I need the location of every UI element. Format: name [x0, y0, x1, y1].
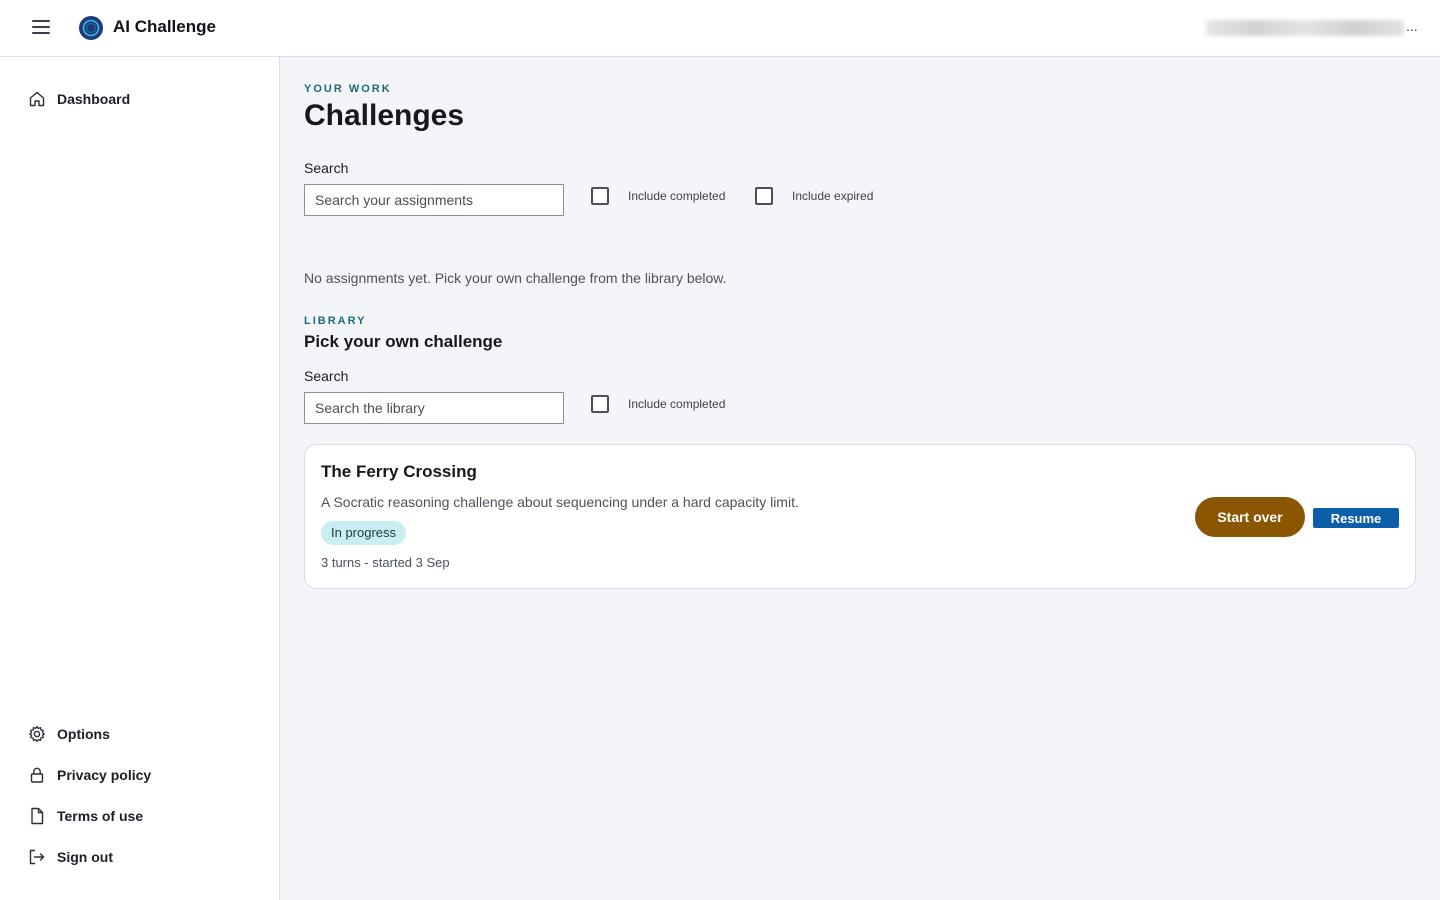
- library-include-completed-checkbox[interactable]: [591, 395, 609, 413]
- sidebar-item-label: Sign out: [57, 849, 113, 865]
- sidebar-item-terms-of-use[interactable]: Terms of use: [28, 804, 143, 828]
- home-icon: [29, 91, 45, 107]
- assignments-search-input[interactable]: [304, 184, 564, 216]
- gear-icon: [29, 725, 45, 743]
- ai-challenge-logo[interactable]: [79, 16, 103, 40]
- library-search-label: Search: [304, 368, 349, 384]
- library-title: Pick your own challenge: [304, 332, 503, 351]
- sidebar-item-label: Dashboard: [57, 91, 131, 107]
- user-account-blurred[interactable]: [1206, 20, 1404, 36]
- include-expired-label[interactable]: Include expired: [792, 189, 873, 203]
- status-badge: In progress: [321, 521, 407, 545]
- start-over-button[interactable]: Start over: [1195, 497, 1305, 537]
- user-account-ellipsis[interactable]: ...: [1406, 18, 1418, 34]
- sidebar-item-label: Options: [57, 726, 110, 742]
- sidebar: Dashboard Options Privacy policy Terms o…: [0, 57, 280, 900]
- top-header: AI Challenge ...: [0, 0, 1440, 57]
- app-title: AI Challenge: [113, 17, 216, 36]
- document-icon: [31, 807, 44, 825]
- resume-button[interactable]: Resume: [1313, 508, 1399, 528]
- main-content: YOUR WORK Challenges Search Include comp…: [280, 57, 1440, 900]
- sign-out-icon: [29, 849, 45, 865]
- library-include-completed-label[interactable]: Include completed: [628, 397, 725, 411]
- library-search-input[interactable]: [304, 392, 564, 424]
- sidebar-item-privacy-policy[interactable]: Privacy policy: [28, 763, 151, 787]
- sidebar-item-label: Terms of use: [57, 808, 144, 824]
- challenge-meta: 3 turns - started 3 Sep: [321, 555, 450, 570]
- library-eyebrow: LIBRARY: [304, 315, 367, 327]
- sidebar-item-options[interactable]: Options: [28, 722, 110, 746]
- include-completed-checkbox[interactable]: [591, 187, 609, 205]
- page-title: Challenges: [304, 99, 465, 132]
- challenge-card: The Ferry Crossing A Socratic reasoning …: [304, 444, 1416, 589]
- empty-assignments-message: No assignments yet. Pick your own challe…: [304, 270, 727, 286]
- include-expired-checkbox[interactable]: [755, 187, 773, 205]
- assignments-search-label: Search: [304, 160, 349, 176]
- sidebar-item-dashboard[interactable]: Dashboard: [28, 87, 130, 111]
- lock-icon: [30, 767, 44, 783]
- challenge-title: The Ferry Crossing: [321, 462, 477, 481]
- challenge-description: A Socratic reasoning challenge about seq…: [321, 494, 799, 510]
- sidebar-item-sign-out[interactable]: Sign out: [28, 845, 113, 869]
- hamburger-menu-icon[interactable]: [30, 18, 52, 38]
- include-completed-label[interactable]: Include completed: [628, 189, 725, 203]
- sidebar-item-label: Privacy policy: [57, 767, 152, 783]
- your-work-eyebrow: YOUR WORK: [304, 83, 392, 95]
